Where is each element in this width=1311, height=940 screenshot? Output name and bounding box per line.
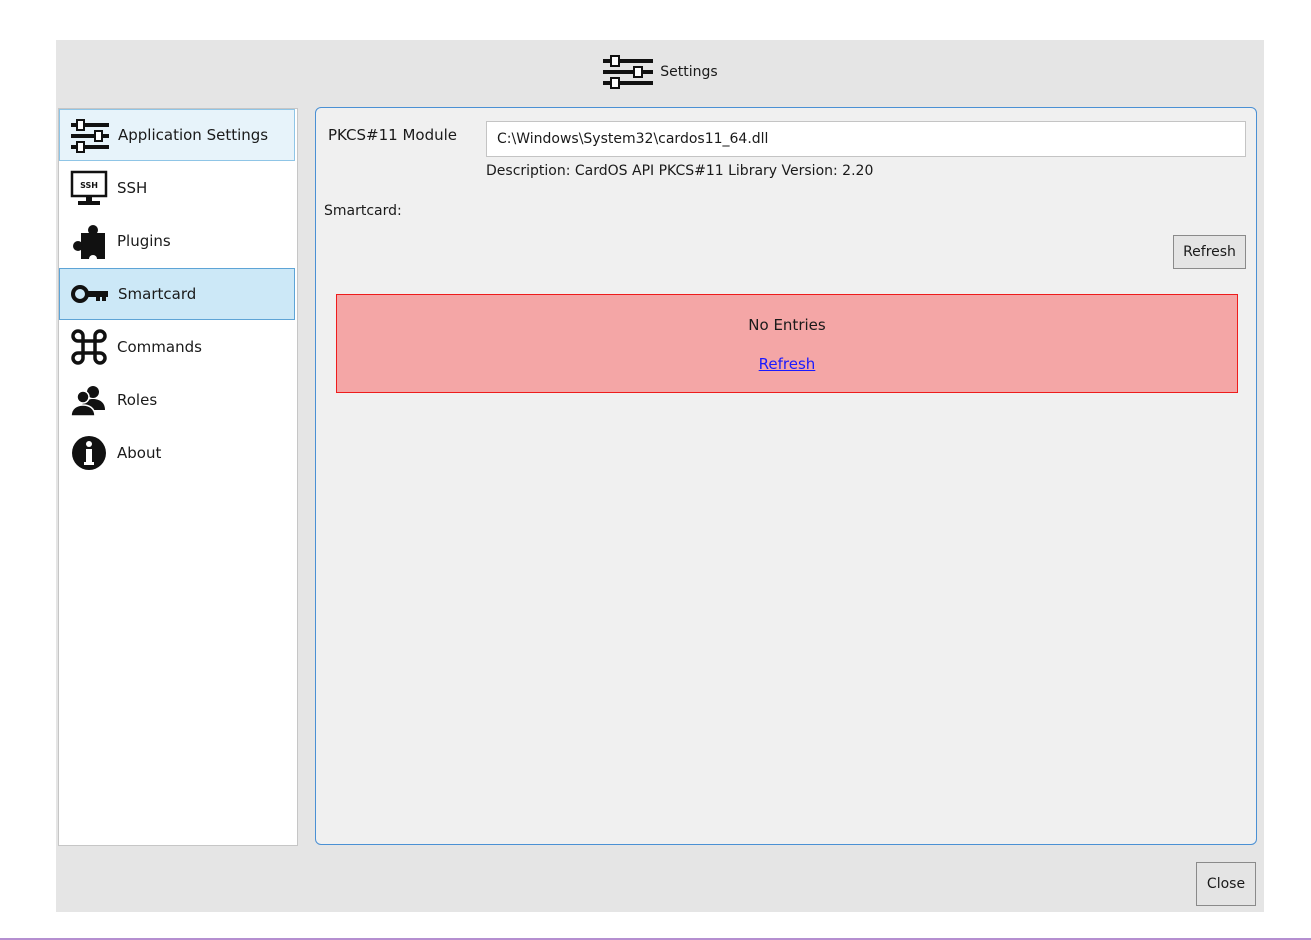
sidebar-item-label: SSH xyxy=(117,179,148,197)
sidebar-item-label: Plugins xyxy=(117,232,171,250)
smartcard-label: Smartcard: xyxy=(324,203,402,219)
module-path-input[interactable] xyxy=(486,121,1246,157)
key-icon xyxy=(71,285,108,303)
module-description: Description: CardOS API PKCS#11 Library … xyxy=(486,163,874,179)
window-title: Settings xyxy=(660,64,718,80)
svg-text:SSH: SSH xyxy=(80,181,98,190)
sliders-icon xyxy=(603,55,654,89)
sidebar-item-ssh[interactable]: SSH SSH xyxy=(59,162,295,214)
sidebar-item-label: Application Settings xyxy=(118,126,269,144)
sidebar-item-commands[interactable]: Commands xyxy=(59,321,295,373)
empty-state-panel: No Entries Refresh xyxy=(336,294,1238,393)
settings-window: Settings Application Settings SSH SSH Pl… xyxy=(56,40,1264,912)
sidebar-item-label: Commands xyxy=(117,338,202,356)
smartcard-panel: PKCS#11 Module Description: CardOS API P… xyxy=(315,107,1257,845)
command-icon xyxy=(71,329,107,365)
sidebar-item-label: About xyxy=(117,444,162,462)
sliders-icon xyxy=(71,119,109,153)
sidebar-item-plugins[interactable]: Plugins xyxy=(59,215,295,267)
sidebar-item-label: Roles xyxy=(117,391,158,409)
settings-sidebar: Application Settings SSH SSH Plugins Sma… xyxy=(58,108,298,846)
sidebar-item-label: Smartcard xyxy=(118,285,197,303)
info-icon xyxy=(72,436,106,470)
users-icon xyxy=(70,386,105,417)
ssh-terminal-icon: SSH xyxy=(70,170,108,205)
sidebar-item-about[interactable]: About xyxy=(59,427,295,479)
module-label: PKCS#11 Module xyxy=(328,126,458,144)
refresh-link[interactable]: Refresh xyxy=(757,355,817,373)
sidebar-item-roles[interactable]: Roles xyxy=(59,374,295,426)
close-button[interactable]: Close xyxy=(1196,862,1256,906)
refresh-button[interactable]: Refresh xyxy=(1173,235,1246,269)
empty-state-text: No Entries xyxy=(748,316,826,334)
window-header: Settings xyxy=(56,40,1264,104)
sidebar-item-smartcard[interactable]: Smartcard xyxy=(59,268,295,320)
sidebar-item-application-settings[interactable]: Application Settings xyxy=(59,109,295,161)
puzzle-icon xyxy=(73,225,105,261)
